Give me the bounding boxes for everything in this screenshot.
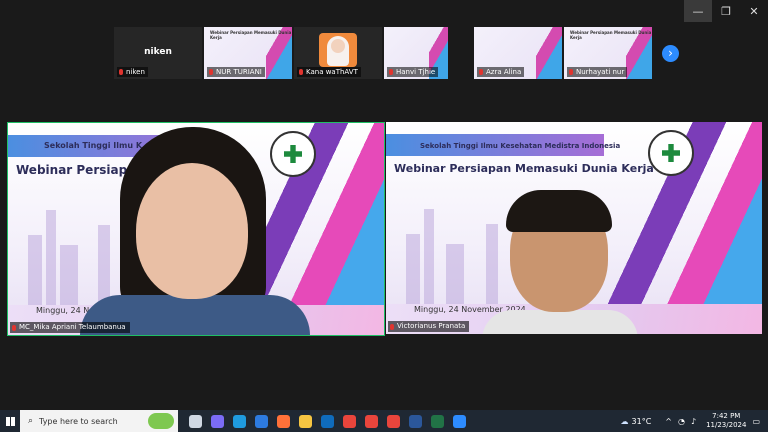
institution-logo-icon: [648, 130, 694, 176]
search-highlight-icon: [148, 413, 174, 429]
participant-label: Azra Alina: [477, 67, 525, 77]
task-view-icon[interactable]: [184, 410, 206, 432]
clock-time: 7:42 PM: [712, 412, 741, 420]
volume-icon[interactable]: ♪: [691, 417, 696, 426]
muted-mic-icon: [119, 69, 123, 75]
muted-mic-icon: [299, 69, 303, 75]
word-icon[interactable]: [404, 410, 426, 432]
file-explorer-icon[interactable]: [294, 410, 316, 432]
taskbar-search[interactable]: ⌕ Type here to search: [20, 410, 178, 432]
edge-icon[interactable]: [228, 410, 250, 432]
search-icon: ⌕: [28, 416, 34, 426]
participant-thumb[interactable]: Hanvi Tjhie: [384, 27, 448, 79]
participant-thumb[interactable]: Azra Alina: [474, 27, 562, 79]
participant-thumb[interactable]: Kana waThAVT: [294, 27, 382, 79]
weather-icon: ☁: [620, 416, 629, 426]
taskbar-apps: [184, 410, 470, 432]
chrome-icon[interactable]: [360, 410, 382, 432]
muted-mic-icon: [569, 69, 573, 75]
muted-mic-icon: [12, 324, 16, 331]
muted-mic-icon: [479, 69, 483, 75]
muted-mic-icon: [390, 323, 394, 330]
video-tile[interactable]: Sekolah Tinggi Ilmu Kesehatan Medistra I…: [386, 122, 762, 334]
close-button[interactable]: ✕: [740, 0, 768, 22]
weather-temp: 31°C: [631, 416, 652, 426]
clock-date: 11/23/2024: [706, 421, 747, 429]
start-button[interactable]: [0, 410, 20, 432]
minimize-button[interactable]: —: [684, 0, 712, 22]
participant-label: Kana waThAVT: [297, 67, 361, 77]
participant-label: Hanvi Tjhie: [387, 67, 439, 77]
slide-title: Webinar Persiapan Memasuki Dunia Kerja: [394, 162, 654, 175]
restore-button[interactable]: ❐: [712, 0, 740, 22]
participant-thumb[interactable]: niken niken: [114, 27, 202, 79]
network-icon[interactable]: ◔: [678, 417, 685, 426]
participant-label: niken: [117, 67, 148, 77]
store-icon[interactable]: [250, 410, 272, 432]
institution-logo-icon: [270, 131, 316, 177]
firefox-icon[interactable]: [272, 410, 294, 432]
muted-mic-icon: [209, 69, 213, 75]
search-placeholder: Type here to search: [39, 416, 118, 426]
chrome-icon[interactable]: [382, 410, 404, 432]
zoom-icon[interactable]: [448, 410, 470, 432]
participant-label: Nurhayati nur: [567, 67, 628, 77]
participant-label: MC_Mika Apriani Telaumbanua: [10, 322, 130, 333]
participant-name-large: niken: [144, 47, 172, 57]
outlook-icon[interactable]: [316, 410, 338, 432]
slide-institution: Sekolah Tinggi Ilmu K: [44, 141, 143, 150]
excel-icon[interactable]: [426, 410, 448, 432]
slide-institution: Sekolah Tinggi Ilmu Kesehatan Medistra I…: [420, 142, 621, 150]
chevron-right-icon[interactable]: ›: [662, 45, 679, 62]
tray-overflow-icon[interactable]: ^: [665, 417, 672, 426]
notification-icon[interactable]: ▭: [752, 417, 760, 426]
taskbar-clock[interactable]: 7:42 PM 11/23/2024: [706, 412, 746, 430]
participant-thumb[interactable]: Webinar Persiapan Memasuki Dunia Kerja N…: [204, 27, 292, 79]
copilot-icon[interactable]: [206, 410, 228, 432]
system-tray: ☁ 31°C ^ ◔ ♪ 7:42 PM 11/23/2024 ▭: [621, 410, 768, 432]
video-tile-active-speaker[interactable]: Sekolah Tinggi Ilmu K Webinar Persiapan …: [7, 122, 385, 336]
windows-logo-icon: [5, 416, 15, 426]
chrome-icon[interactable]: [338, 410, 360, 432]
muted-mic-icon: [389, 69, 393, 75]
participant-label: Victorianus Pranata: [388, 321, 470, 332]
windows-taskbar: ⌕ Type here to search ☁ 31°C ^ ◔ ♪ 7:42 …: [0, 410, 768, 432]
avatar: [319, 33, 357, 67]
window-controls: — ❐ ✕: [684, 0, 768, 22]
participant-label: NUR TURIANI: [207, 67, 265, 77]
participant-thumb[interactable]: Webinar Persiapan Memasuki Dunia Kerja N…: [564, 27, 652, 79]
